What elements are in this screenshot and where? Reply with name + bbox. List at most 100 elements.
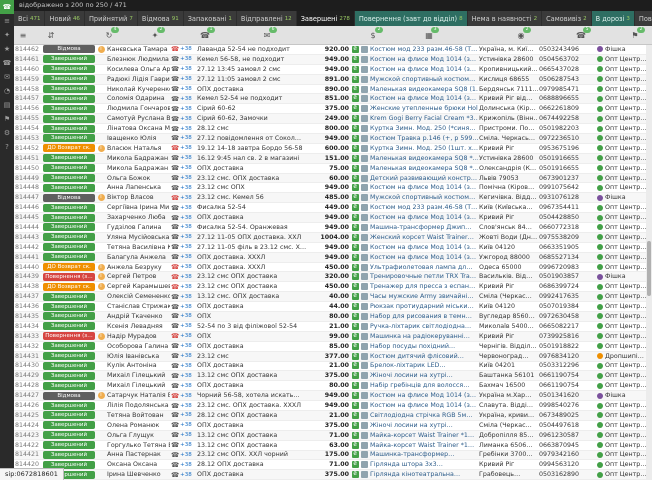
table-row[interactable]: 814419 Завершений Ірина Шевченко ☎ +38 О… xyxy=(14,470,646,480)
phone-number[interactable]: 0967354411 xyxy=(538,203,596,212)
table-row[interactable]: 814449 Завершений Ольга Божок ☎ +38 23.1… xyxy=(14,174,646,184)
customer-name[interactable]: Горгулько Тетяна В… xyxy=(106,441,170,450)
table-row[interactable]: 814439 Повернення (з… i Сергей Петров ☎ … xyxy=(14,272,646,282)
table-row[interactable]: 814461 Завершений Блезнюк Людмила А… ☎ +… xyxy=(14,55,646,65)
sort-icon[interactable]: ⇵ xyxy=(44,29,58,42)
phone-icon[interactable]: ☎ xyxy=(171,194,179,202)
phone-icon[interactable]: ☎ xyxy=(171,144,179,152)
table-row[interactable]: 814422 Завершений Горгулько Тетяна В… ☎ … xyxy=(14,441,646,451)
product-name[interactable]: Часы мужские Army звичайні… xyxy=(370,293,474,300)
product-name[interactable]: Детский развивающий констр… xyxy=(370,175,477,182)
phone-number[interactable]: 0501903857 xyxy=(538,272,596,281)
table-row[interactable]: 814438 ДО Возврат ск. i Сергей Карамышев… xyxy=(14,282,646,292)
phone-number[interactable]: 0501341620 xyxy=(538,391,596,400)
phone-number[interactable]: 0506287543 xyxy=(538,75,596,84)
customer-name[interactable]: Сатарчук Наталія Б… xyxy=(106,391,170,400)
tab-item[interactable]: Самовивіз2 xyxy=(542,11,592,26)
customer-name[interactable]: Николай Кучеренко xyxy=(106,85,170,94)
phone-number[interactable]: 0665082217 xyxy=(538,322,596,331)
product-name[interactable]: Костюм Травка р.146 (+, р 599… xyxy=(370,135,478,142)
table-row[interactable]: 814457 Завершений Соломія Одарина ☎ +38 … xyxy=(14,94,646,104)
product-name[interactable]: Костюм на флисе Мод 1014 (з… xyxy=(370,254,476,261)
phone-number[interactable]: 0504497618 xyxy=(538,421,596,430)
product-name[interactable]: Куртка Зимн. Мод. 250 (1шт. х… xyxy=(370,145,478,152)
phone-icon[interactable]: ☎ xyxy=(171,372,179,380)
product-name[interactable]: Майка-корсет Waist Trainer *1… xyxy=(370,442,474,449)
customer-name[interactable]: Власюк Наталья xyxy=(106,144,170,153)
phone-icon[interactable]: ☎ xyxy=(171,402,179,410)
product-name[interactable]: Світлодіодна стрічка RGB 5м… xyxy=(370,412,473,419)
product-name[interactable]: Женские утепленные брюки Hol… xyxy=(370,105,478,112)
table-row[interactable]: 814428 Завершений Михаіл Гілецький ☎ +38… xyxy=(14,381,646,391)
contacts-icon[interactable]: ✦ xyxy=(0,28,14,42)
customer-name[interactable]: Юлія Іванівська xyxy=(106,352,170,361)
customer-name[interactable]: Тетяна Войтован xyxy=(106,411,170,420)
phone-number[interactable]: 0976834120 xyxy=(538,352,596,361)
customer-name[interactable]: Сергей Петров xyxy=(106,272,170,281)
phone-icon[interactable]: ☎ xyxy=(171,312,179,320)
table-row[interactable]: 814433 Повернення (з… i Надір Мурадов ☎ … xyxy=(14,332,646,342)
phone-icon[interactable]: ☎ xyxy=(171,115,179,123)
grid-icon[interactable]: ▤ xyxy=(0,98,14,112)
settings-icon[interactable]: ⚙ xyxy=(0,126,14,140)
table-row[interactable]: 814448 Завершений Анна Лапенська ☎ +38 2… xyxy=(14,183,646,193)
product-name[interactable]: Рюкзак протиударний міськи… xyxy=(370,303,474,310)
product-name[interactable]: Костюм на флисе Мод 1014 (з… xyxy=(370,66,476,73)
phone-icon[interactable]: ☎ xyxy=(171,263,179,271)
table-row[interactable]: 814434 Завершений Ксенія Левадняя ☎ +38 … xyxy=(14,322,646,332)
customer-name[interactable]: Микола Бадражан xyxy=(106,154,170,163)
customer-name[interactable]: Лілія Подолянська xyxy=(106,401,170,410)
phone-number[interactable]: 0662261809 xyxy=(538,104,596,113)
tab-item[interactable]: Відправлені12 xyxy=(237,11,297,26)
tab-item[interactable]: Запаковані1 xyxy=(184,11,237,26)
product-name[interactable]: Набор посуды похідний… xyxy=(370,343,455,350)
tab-item[interactable]: В дорозі3 xyxy=(592,11,635,26)
product-name[interactable]: Маленькая видеокамера SQ8 *… xyxy=(370,155,478,162)
phone-icon[interactable]: ☎ xyxy=(171,303,179,311)
customer-name[interactable]: Олена Романюк xyxy=(106,421,170,430)
call-icon[interactable]: ☎ xyxy=(0,0,14,14)
menu-icon[interactable]: ≡ xyxy=(16,29,30,42)
scrollbar[interactable] xyxy=(646,45,652,480)
phone-number[interactable]: 0503243496 xyxy=(538,45,596,54)
product-name[interactable]: Машина-трансформер Джип… xyxy=(370,224,471,231)
customer-name[interactable]: Оксана Оксана xyxy=(106,460,170,469)
phone-number[interactable]: 0996720983 xyxy=(538,263,596,272)
table-row[interactable]: 814429 Завершений Михаіл Гілецький ☎ +38… xyxy=(14,371,646,381)
customer-name[interactable]: Блезнюк Людмила А… xyxy=(106,55,170,64)
table-row[interactable]: 814446 Завершений Сергіївна Ірина Ми… ☎ … xyxy=(14,203,646,213)
table-row[interactable]: 814460 Завершений Косилева Ольга Ар… ☎ +… xyxy=(14,65,646,75)
phone-number[interactable]: 0503162890 xyxy=(538,470,596,479)
table-row[interactable]: 814455 Завершений Самотуй Руслана В… ☎ +… xyxy=(14,114,646,124)
tab-item[interactable]: Завершені278 xyxy=(297,11,355,26)
flag-icon[interactable]: ⚑ xyxy=(0,112,14,126)
customer-name[interactable]: Станіслав Стрижак xyxy=(106,302,170,311)
scrollbar-thumb[interactable] xyxy=(647,241,651,296)
product-name[interactable]: Костюм дитячий флісовий… xyxy=(370,353,464,360)
product-name[interactable]: Костюм на флисе Мод 1014 (з… xyxy=(370,214,476,221)
phone-number[interactable]: 0686399724 xyxy=(538,282,596,291)
customer-name[interactable]: Микола Бадражан xyxy=(106,164,170,173)
customer-name[interactable]: Сергіївна Ірина Ми… xyxy=(106,203,170,212)
customer-name[interactable]: Анжела Безруку xyxy=(106,263,170,272)
product-name[interactable]: Костюм мод 233 разм.46-58 (Т… xyxy=(370,46,477,53)
table-row[interactable]: 814432 Завершений Особорова Галина В… ☎ … xyxy=(14,342,646,352)
customer-name[interactable]: Ольга Божок xyxy=(106,174,170,183)
table-row[interactable]: 814443 Завершений Уляна Мусійовська ☎ +3… xyxy=(14,233,646,243)
help-icon[interactable]: ? xyxy=(0,140,14,154)
phone-icon[interactable]: ☎ xyxy=(171,392,179,400)
phone-icon[interactable]: ☎ xyxy=(171,174,179,182)
phone-icon[interactable]: ☎ xyxy=(171,421,179,429)
star-icon[interactable]: ★ xyxy=(0,42,14,56)
customer-name[interactable]: Сергей Карамышев xyxy=(106,282,170,291)
product-name[interactable]: Гірлянда кінотеатральна… xyxy=(370,471,460,478)
menu-icon[interactable]: ≡ xyxy=(0,14,14,28)
phone-icon[interactable]: ☎ xyxy=(171,382,179,390)
phone-number[interactable]: 0661190754 xyxy=(538,381,596,390)
phone-icon[interactable]: ☎ xyxy=(171,105,179,113)
product-name[interactable]: Костюм на флисе Мод 1014 (з… xyxy=(370,392,476,399)
phone-number[interactable]: 0674492258 xyxy=(538,114,596,123)
product-name[interactable]: Костюм на флисе Мод 1014 (з… xyxy=(370,95,476,102)
phone-number[interactable]: 0931076128 xyxy=(538,193,596,202)
tab-item[interactable]: Всі471 xyxy=(14,11,45,26)
